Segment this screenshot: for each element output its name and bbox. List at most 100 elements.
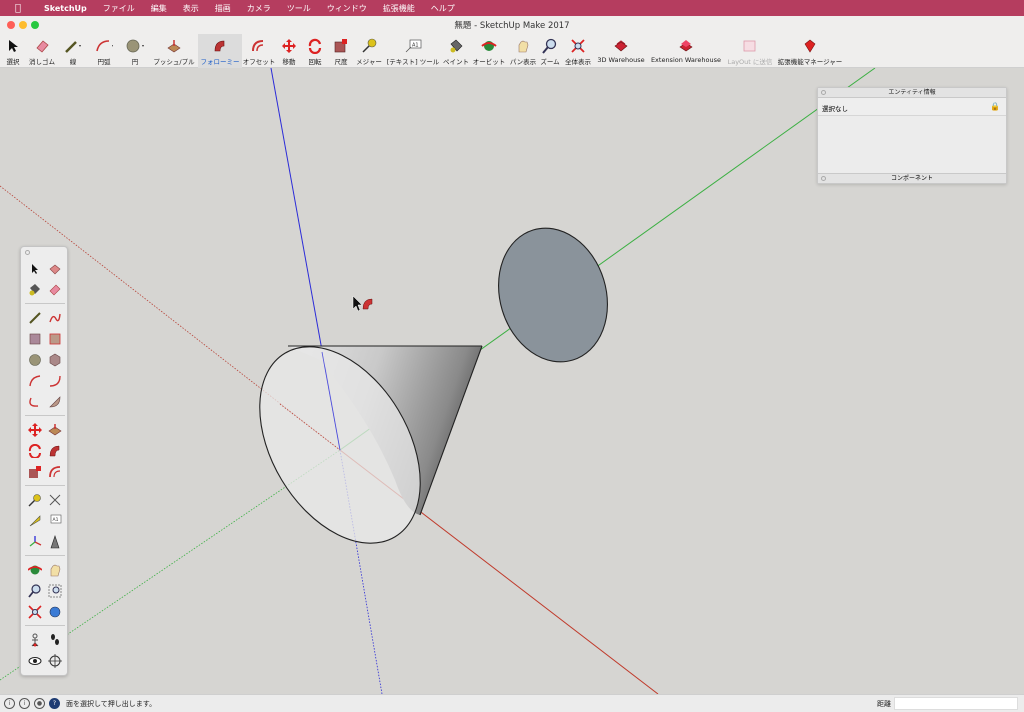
palette-polygon-button[interactable] (46, 351, 64, 369)
tool-eraser-button[interactable]: 消しゴム (26, 34, 58, 68)
menu-draw[interactable]: 描画 (207, 3, 239, 14)
palette-look-around-button[interactable] (26, 652, 44, 670)
palette-dimension-button[interactable] (46, 491, 64, 509)
menu-help[interactable]: ヘルプ (423, 3, 463, 14)
entity-info-header[interactable]: エンティティ情報 (818, 88, 1006, 98)
palette-push-pull-button[interactable] (46, 421, 64, 439)
palette-rotated-rectangle-button[interactable] (46, 330, 64, 348)
palette-select-button[interactable] (26, 260, 44, 278)
pan-icon (514, 36, 532, 56)
three-point-arc-icon (29, 397, 39, 407)
tool-move-button[interactable]: 移動 (276, 34, 302, 68)
info-icon[interactable]: i (4, 698, 15, 709)
palette-circle-button[interactable] (26, 351, 44, 369)
rotated-rectangle-icon (49, 333, 61, 345)
tool-offset-button[interactable]: オフセット (242, 34, 276, 68)
window-zoom-button[interactable] (31, 21, 39, 29)
tool-arc-button[interactable]: 円弧 (88, 34, 120, 68)
palette-section-plane-button[interactable] (46, 652, 64, 670)
palette-orbit-button[interactable] (26, 561, 44, 579)
palette-rectangle-button[interactable] (26, 330, 44, 348)
select-arrow-icon (32, 264, 38, 274)
tool-rotate-button[interactable]: 回転 (302, 34, 328, 68)
palette-text-button[interactable]: A1 (46, 512, 64, 530)
palette-rotate-button[interactable] (26, 442, 44, 460)
palette-arc-button[interactable] (26, 372, 44, 390)
palette-protractor-button[interactable] (26, 512, 44, 530)
palette-divider (25, 555, 65, 556)
palette-close-icon[interactable] (25, 250, 30, 255)
palette-make-component-button[interactable] (46, 260, 64, 278)
palette-tape-measure-button[interactable] (26, 491, 44, 509)
panel-close-icon[interactable] (821, 176, 826, 181)
menu-file[interactable]: ファイル (95, 3, 143, 14)
palette-previous-view-button[interactable] (46, 603, 64, 621)
tool-label: 尺度 (334, 58, 348, 66)
palette-pan-button[interactable] (46, 561, 64, 579)
tool-line-button[interactable]: 線 (58, 34, 88, 68)
tape-measure-icon (360, 36, 378, 56)
push-pull-icon (48, 424, 62, 436)
palette-axes-button[interactable] (26, 533, 44, 551)
pencil-icon (29, 312, 41, 324)
palette-three-point-arc-button[interactable] (26, 393, 44, 411)
menu-view[interactable]: 表示 (175, 3, 207, 14)
menu-edit[interactable]: 編集 (143, 3, 175, 14)
window-close-button[interactable] (7, 21, 15, 29)
measurements-input[interactable] (894, 697, 1018, 710)
entity-info-title: エンティティ情報 (888, 89, 936, 96)
palette-scale-button[interactable] (26, 463, 44, 481)
tool-scale-button[interactable]: 尺度 (328, 34, 354, 68)
palette-two-point-arc-button[interactable] (46, 372, 64, 390)
palette-3d-text-button[interactable] (46, 533, 64, 551)
tool-paint-bucket-button[interactable]: ペイント (442, 34, 470, 68)
zoom-icon (541, 36, 559, 56)
palette-position-camera-button[interactable] (26, 631, 44, 649)
palette-freehand-button[interactable] (46, 309, 64, 327)
tool-label: 円 (131, 58, 139, 66)
window-minimize-button[interactable] (19, 21, 27, 29)
panel-close-icon[interactable] (821, 90, 826, 95)
tool-orbit-button[interactable]: オービット (470, 34, 508, 68)
palette-paint-button[interactable] (26, 281, 44, 299)
palette-zoom-window-button[interactable] (46, 582, 64, 600)
tool-push-pull-button[interactable]: プッシュ/プル (150, 34, 198, 68)
menu-window[interactable]: ウィンドウ (319, 3, 375, 14)
palette-pie-button[interactable] (46, 393, 64, 411)
palette-eraser-button[interactable] (46, 281, 64, 299)
tool-select-button[interactable]: 選択 (0, 34, 26, 68)
3d-text-icon (50, 535, 60, 549)
zoom-extents-icon (28, 605, 42, 619)
lock-icon[interactable]: 🔒 (990, 102, 1000, 111)
palette-zoom-button[interactable] (26, 582, 44, 600)
tool-text-button[interactable]: A1 [テキスト] ツール (384, 34, 442, 68)
tool-tape-measure-button[interactable]: メジャー (354, 34, 384, 68)
tool-extension-warehouse-button[interactable]: Extension Warehouse (648, 34, 724, 68)
eraser-icon (49, 284, 61, 296)
menu-extensions[interactable]: 拡張機能 (375, 3, 423, 14)
tool-send-to-layout-button[interactable]: LayOut に送信 (724, 34, 776, 68)
palette-offset-button[interactable] (46, 463, 64, 481)
circle-face[interactable] (482, 214, 623, 375)
apple-icon[interactable]:  (0, 3, 36, 14)
menu-camera[interactable]: カメラ (239, 3, 279, 14)
palette-move-button[interactable] (26, 421, 44, 439)
tool-pan-button[interactable]: パン表示 (508, 34, 538, 68)
menu-app-sketchup[interactable]: SketchUp (36, 4, 95, 13)
tool-zoom-extents-button[interactable]: 全体表示 (562, 34, 594, 68)
palette-walk-button[interactable] (46, 631, 64, 649)
tool-3d-warehouse-button[interactable]: 3D Warehouse (594, 34, 648, 68)
instructor-icon[interactable]: ? (49, 698, 60, 709)
tool-follow-me-button[interactable]: フォローミー (198, 34, 242, 68)
menu-tools[interactable]: ツール (279, 3, 319, 14)
credits-icon[interactable]: i (19, 698, 30, 709)
components-panel-header[interactable]: コンポーネント (818, 173, 1006, 183)
palette-follow-me-button[interactable] (46, 442, 64, 460)
follow-me-icon (49, 445, 60, 457)
tool-circle-button[interactable]: 円 (120, 34, 150, 68)
user-account-icon[interactable]: ● (34, 698, 45, 709)
palette-line-button[interactable] (26, 309, 44, 327)
tool-zoom-button[interactable]: ズーム (538, 34, 562, 68)
tool-extension-manager-button[interactable]: 拡張機能マネージャー (776, 34, 844, 68)
palette-zoom-extents-button[interactable] (26, 603, 44, 621)
